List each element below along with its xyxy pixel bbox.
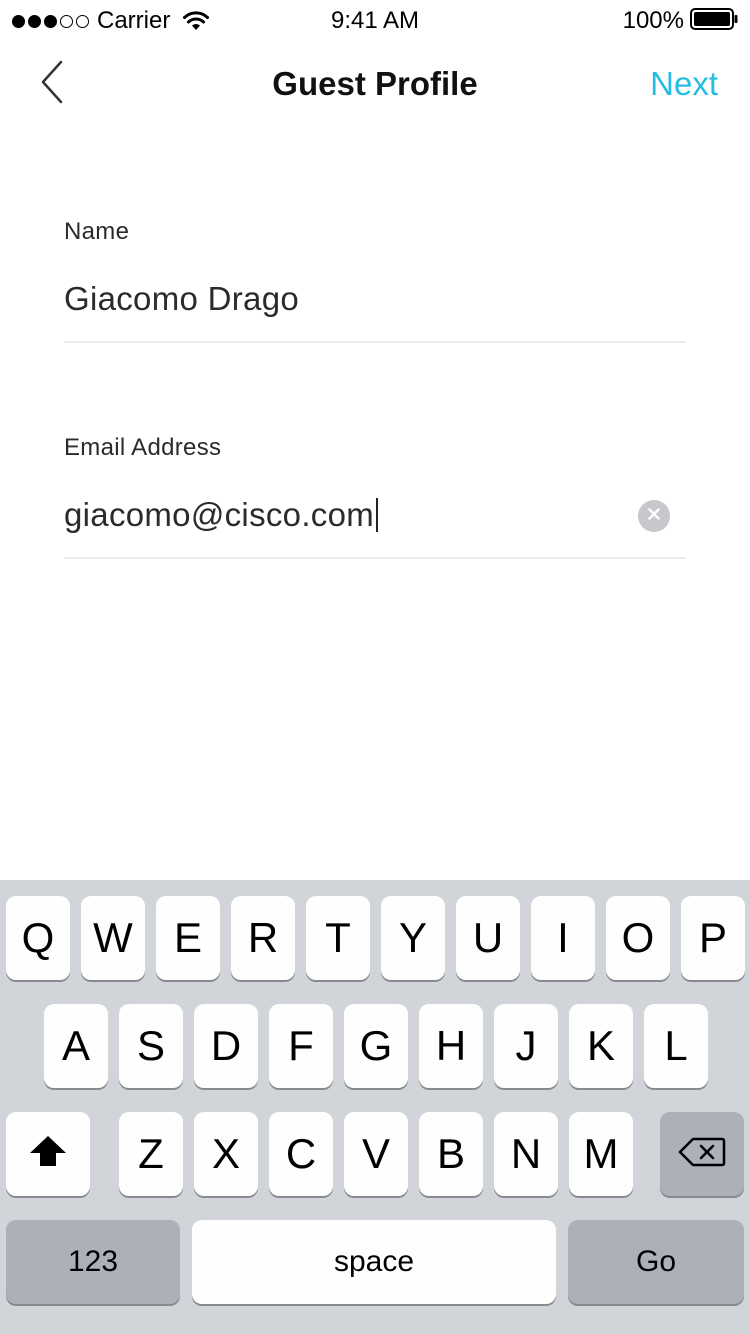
key-j[interactable]: J — [494, 1004, 558, 1088]
chevron-left-icon — [40, 60, 64, 109]
email-label: Email Address — [64, 434, 222, 461]
key-i[interactable]: I — [531, 896, 595, 980]
clear-icon — [647, 507, 661, 526]
back-button[interactable] — [28, 60, 76, 108]
key-e[interactable]: E — [156, 896, 220, 980]
key-g[interactable]: G — [344, 1004, 408, 1088]
key-s[interactable]: S — [119, 1004, 183, 1088]
key-k[interactable]: K — [569, 1004, 633, 1088]
shift-icon — [28, 1130, 68, 1178]
go-key[interactable]: Go — [568, 1220, 744, 1304]
key-n[interactable]: N — [494, 1112, 558, 1196]
key-x[interactable]: X — [194, 1112, 258, 1196]
status-bar: Carrier 9:41 AM 100% — [0, 0, 750, 40]
email-value: giacomo@cisco.com — [64, 496, 375, 533]
key-b[interactable]: B — [419, 1112, 483, 1196]
key-v[interactable]: V — [344, 1112, 408, 1196]
key-c[interactable]: C — [269, 1112, 333, 1196]
name-field[interactable]: Name Giacomo Drago — [64, 218, 686, 346]
clear-text-button[interactable] — [638, 500, 670, 532]
key-r[interactable]: R — [231, 896, 295, 980]
battery-percentage: 100% — [622, 7, 684, 34]
text-cursor — [376, 498, 379, 532]
delete-key[interactable] — [660, 1112, 744, 1196]
key-m[interactable]: M — [569, 1112, 633, 1196]
name-label: Name — [64, 218, 130, 245]
space-key[interactable]: space — [192, 1220, 556, 1304]
status-right: 100% — [623, 6, 738, 36]
email-input[interactable]: giacomo@cisco.com — [64, 496, 379, 534]
shift-key[interactable] — [6, 1112, 90, 1196]
key-t[interactable]: T — [306, 896, 370, 980]
numbers-key[interactable]: 123 — [6, 1220, 180, 1304]
key-q[interactable]: Q — [6, 896, 70, 980]
key-l[interactable]: L — [644, 1004, 708, 1088]
keyboard: Q W E R T Y U I O P A S D F G H J K L Z … — [0, 880, 750, 1334]
email-underline — [64, 557, 686, 559]
battery-icon — [690, 7, 738, 35]
name-underline — [64, 341, 686, 343]
key-w[interactable]: W — [81, 896, 145, 980]
key-h[interactable]: H — [419, 1004, 483, 1088]
key-f[interactable]: F — [269, 1004, 333, 1088]
next-button[interactable]: Next — [650, 40, 718, 128]
name-input[interactable]: Giacomo Drago — [64, 280, 299, 318]
backspace-icon — [678, 1130, 726, 1178]
key-o[interactable]: O — [606, 896, 670, 980]
key-d[interactable]: D — [194, 1004, 258, 1088]
key-a[interactable]: A — [44, 1004, 108, 1088]
key-p[interactable]: P — [681, 896, 745, 980]
page-title: Guest Profile — [272, 65, 478, 102]
key-y[interactable]: Y — [381, 896, 445, 980]
key-u[interactable]: U — [456, 896, 520, 980]
email-field[interactable]: Email Address giacomo@cisco.com — [64, 434, 686, 562]
navigation-bar: Guest Profile Next — [0, 40, 750, 128]
key-z[interactable]: Z — [119, 1112, 183, 1196]
